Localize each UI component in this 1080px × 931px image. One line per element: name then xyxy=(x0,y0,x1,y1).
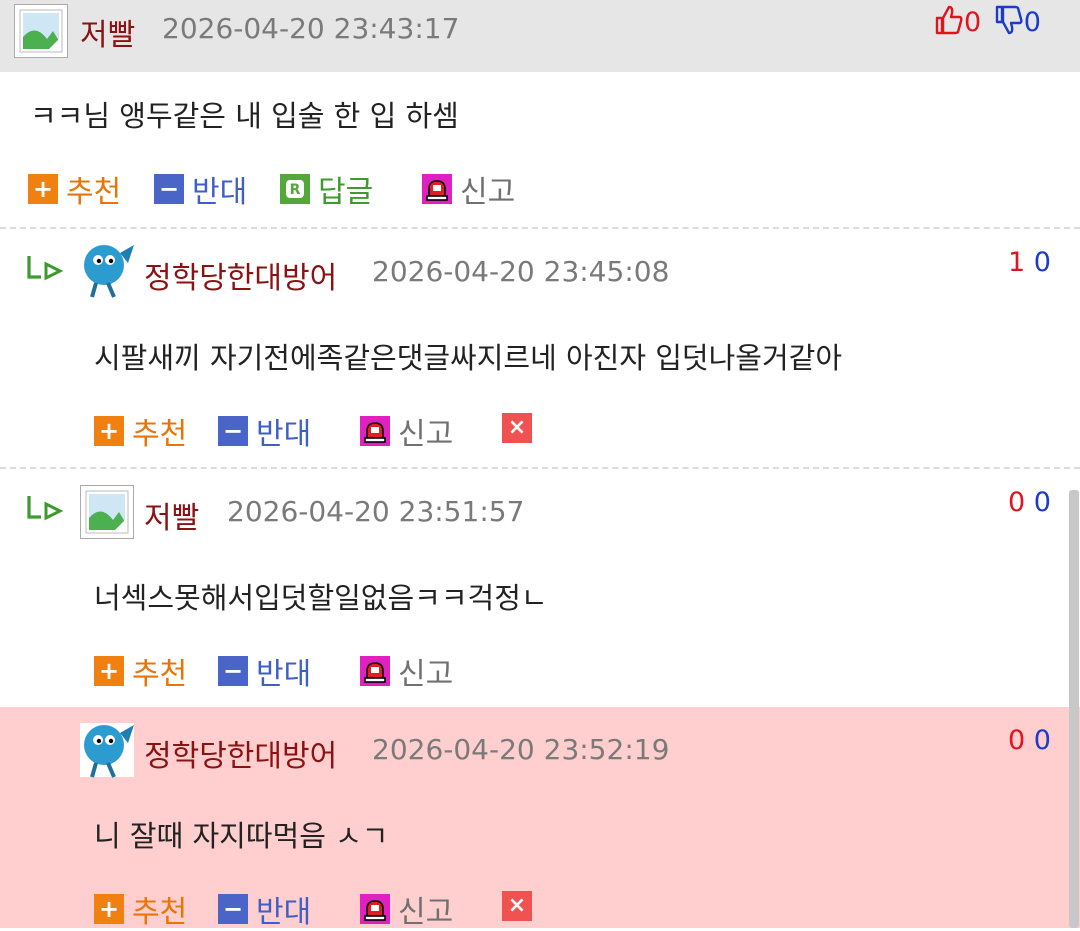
up-vote-count: 0 xyxy=(1008,487,1026,518)
comment-item: 저빨 2026-04-20 23:43:17 0 0 ㅋㅋ님 앵두같은 내 입술… xyxy=(0,0,1080,227)
reply-button[interactable]: R 답글 xyxy=(280,167,373,211)
oppose-button[interactable]: − 반대 xyxy=(218,649,311,693)
oppose-button[interactable]: − 반대 xyxy=(218,887,311,931)
oppose-button[interactable]: − 반대 xyxy=(154,167,247,211)
recommend-button[interactable]: + 추천 xyxy=(94,887,187,931)
recommend-label: 추천 xyxy=(132,895,188,930)
comment-text: 니 잘때 자지따먹음 ㅅㄱ xyxy=(94,819,389,853)
vote-counter: 1 0 xyxy=(1008,247,1051,278)
siren-icon xyxy=(422,174,452,204)
comment-nickname[interactable]: 저빨 xyxy=(80,10,135,54)
siren-icon xyxy=(360,894,390,924)
report-button[interactable]: 신고 xyxy=(422,167,515,211)
up-vote-count: 1 xyxy=(1008,247,1026,278)
thumbs-up-icon[interactable] xyxy=(934,4,964,43)
vote-counter: 0 0 xyxy=(1008,725,1051,756)
recommend-button[interactable]: + 추천 xyxy=(28,167,121,211)
comment-nickname[interactable]: 정학당한대방어 xyxy=(144,253,337,297)
minus-icon: − xyxy=(218,894,248,924)
delete-button[interactable]: × xyxy=(502,891,532,921)
comment-item: 저빨 2026-04-20 23:51:57 0 0 너섹스못해서입덧할일없음ㅋ… xyxy=(0,467,1080,707)
recommend-label: 추천 xyxy=(132,657,188,692)
reply-arrow-icon xyxy=(26,253,66,283)
recommend-label: 추천 xyxy=(66,175,122,210)
oppose-label: 반대 xyxy=(256,417,312,452)
plus-icon: + xyxy=(94,416,124,446)
plus-icon: + xyxy=(28,174,58,204)
up-vote-count: 0 xyxy=(1008,725,1026,756)
siren-icon xyxy=(360,656,390,686)
report-label: 신고 xyxy=(398,417,454,452)
down-vote-count: 0 xyxy=(1033,725,1051,756)
comment-timestamp: 2026-04-20 23:43:17 xyxy=(162,12,460,45)
report-label: 신고 xyxy=(398,895,454,930)
comment-nickname[interactable]: 저빨 xyxy=(144,493,199,537)
comment-timestamp: 2026-04-20 23:52:19 xyxy=(372,733,670,766)
recommend-button[interactable]: + 추천 xyxy=(94,649,187,693)
oppose-button[interactable]: − 반대 xyxy=(218,409,311,453)
blue-ball-character-icon xyxy=(80,243,134,298)
close-icon: × xyxy=(502,891,532,921)
report-button[interactable]: 신고 xyxy=(360,409,453,453)
oppose-label: 반대 xyxy=(256,657,312,692)
broken-image-icon xyxy=(80,485,134,539)
oppose-label: 반대 xyxy=(192,175,248,210)
report-label: 신고 xyxy=(460,175,516,210)
reply-r-icon: R xyxy=(280,174,310,204)
comment-text: 너섹스못해서입덧할일없음ㅋㅋ걱정ㄴ xyxy=(94,581,548,615)
vote-counter: 0 0 xyxy=(1008,487,1051,518)
delete-button[interactable]: × xyxy=(502,413,532,443)
report-button[interactable]: 신고 xyxy=(360,649,453,693)
down-vote-count: 0 xyxy=(1023,7,1041,38)
close-icon: × xyxy=(502,413,532,443)
oppose-label: 반대 xyxy=(256,895,312,930)
siren-icon xyxy=(360,416,390,446)
minus-icon: − xyxy=(218,416,248,446)
comment-item-highlighted: 정학당한대방어 2026-04-20 23:52:19 0 0 니 잘때 자지따… xyxy=(0,707,1080,931)
plus-icon: + xyxy=(94,656,124,686)
up-vote-count: 0 xyxy=(964,7,982,38)
down-vote-count: 0 xyxy=(1033,487,1051,518)
recommend-label: 추천 xyxy=(132,417,188,452)
thumbs-down-icon[interactable] xyxy=(994,4,1024,43)
comment-nickname[interactable]: 정학당한대방어 xyxy=(144,731,337,775)
minus-icon: − xyxy=(154,174,184,204)
comment-item: 정학당한대방어 2026-04-20 23:45:08 1 0 시팔새끼 자기전… xyxy=(0,227,1080,467)
recommend-button[interactable]: + 추천 xyxy=(94,409,187,453)
minus-icon: − xyxy=(218,656,248,686)
comment-timestamp: 2026-04-20 23:45:08 xyxy=(372,255,670,288)
comment-text: ㅋㅋ님 앵두같은 내 입술 한 입 하셈 xyxy=(30,99,459,133)
vote-counter: 0 0 xyxy=(934,4,1041,43)
blue-ball-character-icon xyxy=(80,723,134,778)
reply-arrow-icon xyxy=(26,493,66,523)
down-vote-count: 0 xyxy=(1033,247,1051,278)
svg-text:R: R xyxy=(290,182,301,198)
comment-timestamp: 2026-04-20 23:51:57 xyxy=(227,495,525,528)
plus-icon: + xyxy=(94,894,124,924)
report-button[interactable]: 신고 xyxy=(360,887,453,931)
report-label: 신고 xyxy=(398,657,454,692)
scrollbar[interactable] xyxy=(1069,490,1079,928)
broken-image-icon xyxy=(14,4,68,58)
comment-text: 시팔새끼 자기전에족같은댓글싸지르네 아진자 입덧나올거같아 xyxy=(94,341,843,375)
reply-label: 답글 xyxy=(318,175,374,210)
